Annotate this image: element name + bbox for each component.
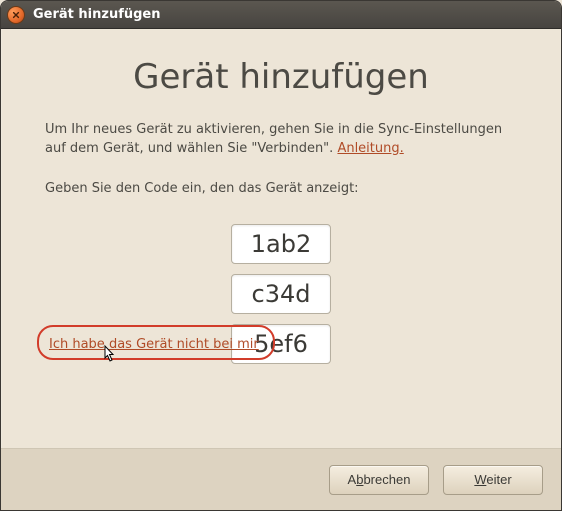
dialog-window: Gerät hinzufügen Gerät hinzufügen Um Ihr… [0, 0, 562, 511]
code-input-2[interactable] [231, 274, 331, 314]
instructions-link[interactable]: Anleitung. [337, 141, 403, 156]
code-input-1[interactable] [231, 224, 331, 264]
page-title: Gerät hinzufügen [45, 57, 517, 97]
button-bar: Abbrechen Weiter [1, 448, 561, 510]
no-device-link[interactable]: Ich habe das Gerät nicht bei mir [49, 337, 259, 352]
next-button[interactable]: Weiter [443, 465, 543, 495]
no-device-highlight: Ich habe das Gerät nicht bei mir [37, 325, 275, 360]
instruction-pre: Um Ihr neues Gerät zu aktivieren, gehen … [45, 122, 502, 156]
code-prompt: Geben Sie den Code ein, den das Gerät an… [45, 181, 517, 196]
instruction-text: Um Ihr neues Gerät zu aktivieren, gehen … [45, 121, 517, 159]
dialog-content: Gerät hinzufügen Um Ihr neues Gerät zu a… [1, 29, 561, 448]
close-button[interactable] [7, 6, 25, 24]
cancel-button[interactable]: Abbrechen [329, 465, 429, 495]
close-icon [12, 11, 20, 19]
window-title: Gerät hinzufügen [33, 7, 555, 22]
highlight-ring: Ich habe das Gerät nicht bei mir [37, 325, 275, 360]
titlebar: Gerät hinzufügen [1, 1, 561, 29]
